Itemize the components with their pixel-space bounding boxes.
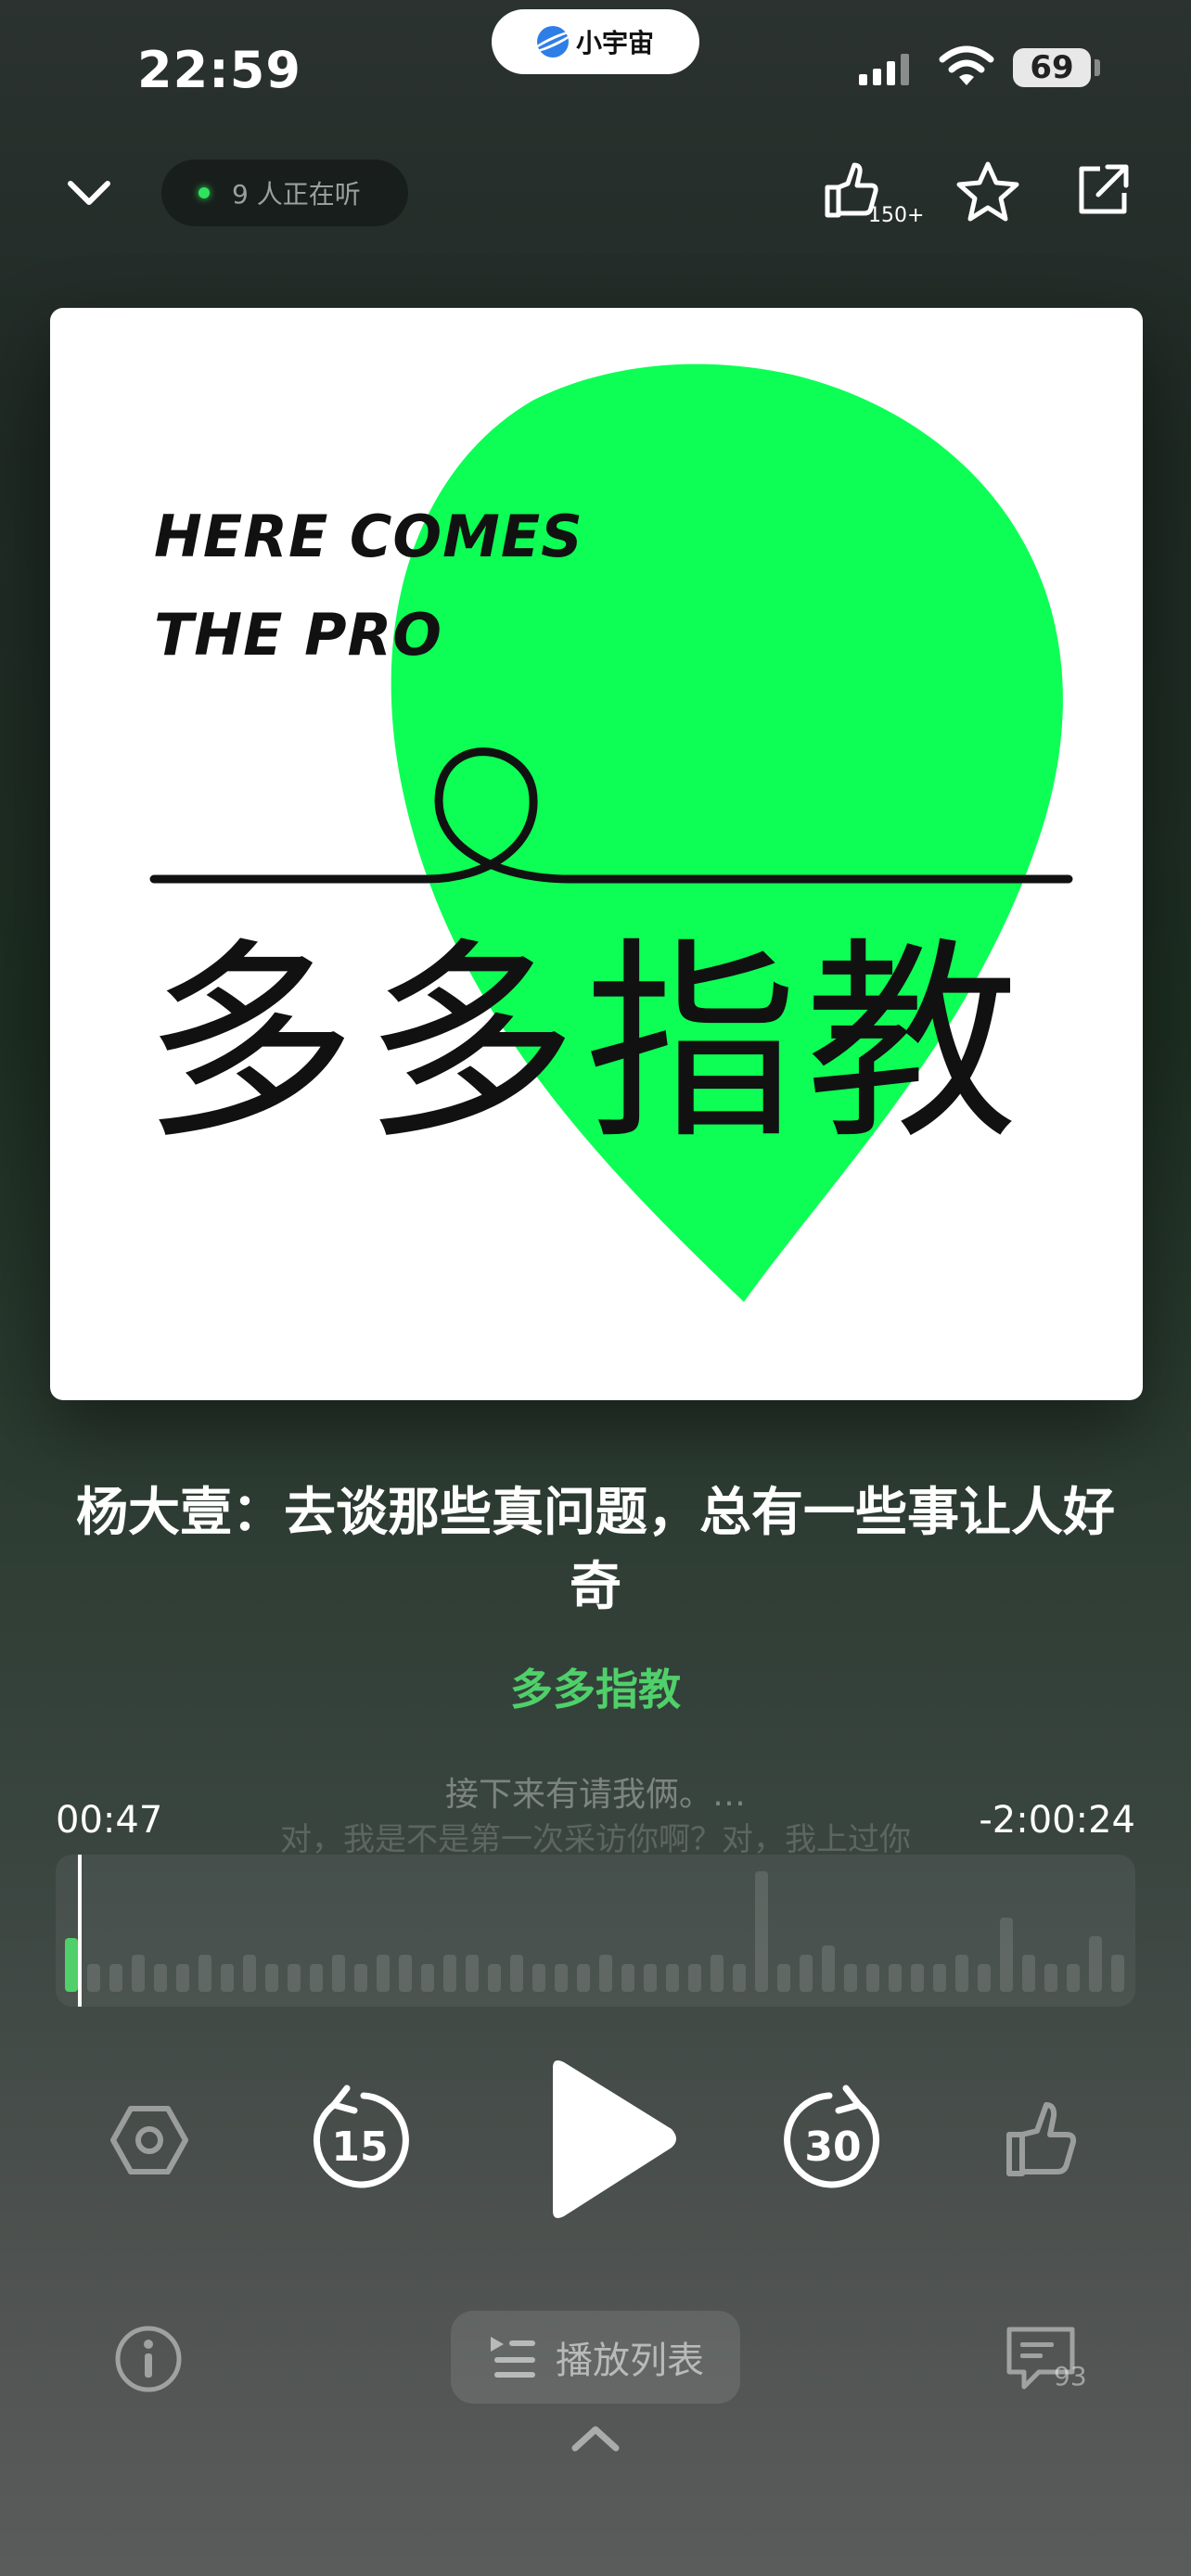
waveform-bar [577, 1964, 590, 1992]
waveform-bar [265, 1964, 278, 1992]
comment-count: 93 [1054, 2361, 1087, 2391]
status-time: 22:59 [137, 41, 301, 99]
waveform-bar [955, 1955, 968, 1992]
waveform-bar [644, 1964, 657, 1992]
waveform-bar [488, 1964, 501, 1992]
waveform-bar [666, 1964, 679, 1992]
play-icon[interactable] [542, 2055, 683, 2224]
waveform-bar [377, 1955, 390, 1992]
waveform-bar [711, 1955, 724, 1992]
waveform-bar [176, 1964, 189, 1992]
battery-tip [1095, 59, 1100, 76]
playlist-icon [491, 2337, 535, 2378]
waveform-bar [109, 1964, 122, 1992]
waveform-bar [599, 1955, 612, 1992]
waveform-bar [822, 1945, 835, 1992]
planet-icon [536, 26, 569, 57]
cellular-signal-icon [859, 52, 909, 85]
elapsed-time: 00:47 [56, 1799, 163, 1842]
battery-icon: 69 [1013, 48, 1091, 87]
waveform-bars [65, 1855, 1124, 2007]
waveform-bar [332, 1955, 345, 1992]
waveform-bar [755, 1871, 768, 1992]
waveform-bar [621, 1964, 634, 1992]
waveform-bar [1022, 1955, 1035, 1992]
waveform-bar [1089, 1936, 1102, 1992]
waveform-bar [65, 1938, 78, 1992]
waveform-bar [800, 1955, 813, 1992]
forward-30-button[interactable]: 30 [779, 2083, 887, 2196]
cover-big-title: 多多指教 [143, 921, 1027, 1168]
chevron-down-icon[interactable] [65, 174, 113, 211]
waveform-bar [221, 1964, 234, 1992]
info-icon[interactable] [113, 2324, 184, 2394]
forward-seconds: 30 [804, 2123, 862, 2171]
waveform-bar [1044, 1964, 1057, 1992]
waveform-bar [777, 1964, 790, 1992]
rewind-seconds: 15 [331, 2123, 389, 2171]
waveform-bar [399, 1955, 412, 1992]
wifi-icon [939, 45, 994, 85]
thumbs-up-icon[interactable] [1004, 2099, 1078, 2179]
waveform-bar [933, 1964, 946, 1992]
waveform-bar [87, 1964, 100, 1992]
share-icon[interactable] [1072, 159, 1133, 221]
channel-name[interactable]: 多多指教 [0, 1656, 1191, 1717]
podcast-cover: HERE COMES THE PRO 多多指教 [50, 308, 1143, 1400]
episode-title: 杨大壹：去谈那些真问题，总有一些事让人好奇 [76, 1483, 1115, 1617]
waveform-bar [844, 1964, 857, 1992]
star-icon[interactable] [955, 159, 1020, 223]
waveform-bar [866, 1964, 879, 1992]
remaining-time: -2:00:24 [979, 1799, 1135, 1842]
rewind-15-button[interactable]: 15 [306, 2083, 414, 2196]
waveform-bar [555, 1964, 568, 1992]
waveform-bar [688, 1964, 701, 1992]
waveform-bar [288, 1964, 301, 1992]
waveform-bar [532, 1964, 545, 1992]
waveform-bar [510, 1955, 523, 1992]
comments-button[interactable]: 93 [1004, 2322, 1106, 2402]
app-pill-label: 小宇宙 [575, 28, 654, 58]
live-dot-icon [198, 187, 210, 198]
waveform-bar [889, 1964, 902, 1992]
waveform-bar [354, 1964, 367, 1992]
app-pill[interactable]: 小宇宙 [492, 9, 699, 74]
waveform-bar [1111, 1955, 1124, 1992]
waveform-bar [154, 1964, 167, 1992]
playlist-label: 播放列表 [556, 2340, 704, 2382]
waveform-bar [198, 1955, 211, 1992]
waveform-bar [132, 1955, 145, 1992]
waveform-bar [310, 1964, 323, 1992]
waveform-bar [733, 1964, 746, 1992]
cover-line-1: HERE COMES [154, 503, 583, 570]
waveform-bar [443, 1955, 456, 1992]
settings-hexagon-icon[interactable] [109, 2103, 189, 2177]
like-count: 150+ [868, 204, 925, 227]
waveform-bar [978, 1964, 991, 1992]
waveform-bar [911, 1964, 924, 1992]
cover-line-2: THE PRO [154, 601, 443, 669]
cover-green-drop [149, 363, 1073, 1302]
waveform-bar [1067, 1964, 1080, 1992]
waveform-bar [421, 1964, 434, 1992]
waveform-bar [243, 1955, 256, 1992]
waveform-scrubber[interactable] [56, 1855, 1135, 2007]
playhead[interactable] [78, 1855, 82, 2007]
waveform-bar [1000, 1918, 1013, 1992]
listeners-label: 9 人正在听 [232, 179, 361, 210]
waveform-bar [466, 1955, 479, 1992]
listeners-badge: 9 人正在听 [161, 159, 408, 226]
chevron-up-icon[interactable] [570, 2422, 621, 2455]
playlist-button[interactable]: 播放列表 [451, 2311, 740, 2404]
